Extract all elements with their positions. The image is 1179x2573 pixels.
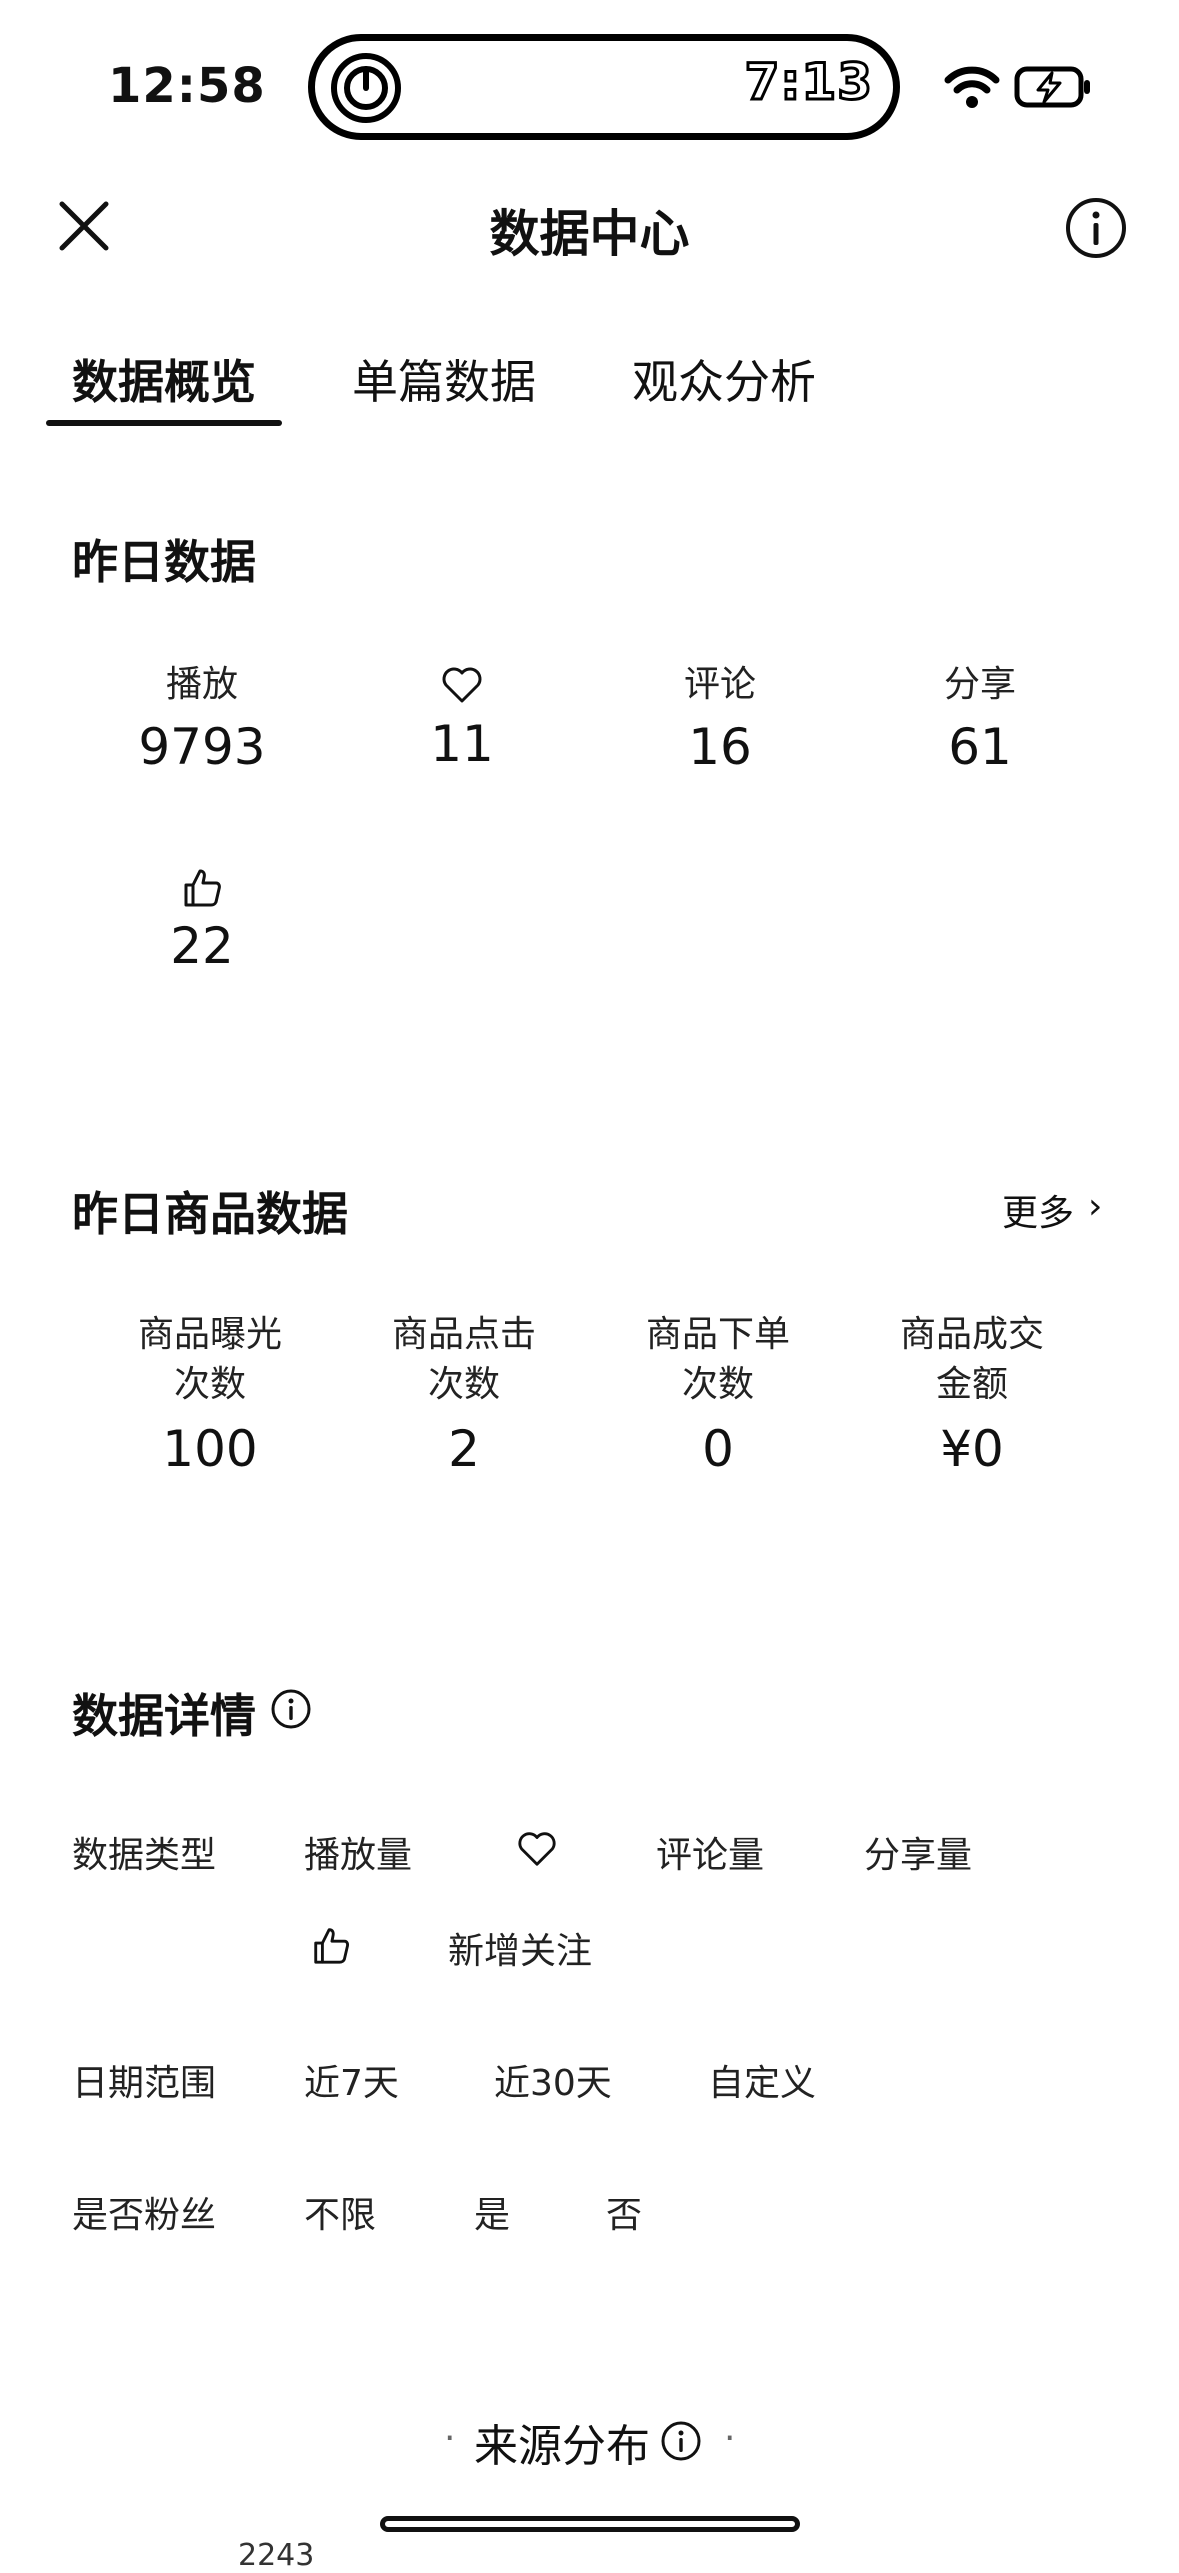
active-tab-indicator [46,420,282,426]
status-time: 12:58 [108,58,266,114]
filter-option-new-follows[interactable]: 新增关注 [448,1922,592,1974]
tab-audience[interactable]: 观众分析 [632,346,816,412]
home-indicator[interactable] [380,2516,800,2532]
tab-overview[interactable]: 数据概览 [72,346,256,412]
filter-option-no[interactable]: 否 [606,2186,642,2238]
section-title-source: 来源分布 [474,2421,650,2472]
island-timer-text: 7:13 [743,52,873,113]
stat-plays: 播放 9793 [92,660,312,776]
more-link[interactable]: 更多 [1002,1184,1074,1236]
wifi-icon [944,66,1000,108]
stat-comments: 评论 16 [610,660,830,776]
filter-option-yes[interactable]: 是 [474,2186,510,2238]
filter-option-plays[interactable]: 播放量 [304,1826,412,1878]
info-icon[interactable] [1064,196,1128,260]
filter-option-7days[interactable]: 近7天 [304,2054,399,2106]
stat-value: 11 [430,715,494,773]
stat-label [92,865,312,909]
stat-likes: 11 [352,660,572,773]
divider-dot: · [444,2418,456,2459]
product-stat-label: 次数 [427,1364,500,1405]
filter-option-any[interactable]: 不限 [304,2186,376,2238]
stat-label: 分享 [943,664,1016,705]
filter-option-shares[interactable]: 分享量 [864,1826,972,1878]
page-title: 数据中心 [489,205,690,263]
product-stat-label: 金额 [935,1364,1008,1405]
product-stat-label: 次数 [681,1364,754,1405]
product-stat-value: 0 [702,1420,734,1478]
dynamic-island[interactable]: 7:13 [308,34,900,140]
product-stat-label: 商品点击 [391,1314,536,1355]
stat-thumbs-up: 22 [92,862,312,975]
section-title-product: 昨日商品数据 [72,1187,348,1241]
thumbs-up-icon [184,869,221,907]
stat-label: 评论 [683,664,756,705]
stat-value: 61 [948,718,1012,776]
stat-label [352,663,572,707]
filter-label-fan: 是否粉丝 [72,2195,217,2236]
section-title-details: 数据详情 [72,1689,256,1743]
divider-dot: · [724,2418,736,2459]
tab-single-post[interactable]: 单篇数据 [352,346,536,412]
filter-label-date: 日期范围 [72,2063,217,2104]
product-stat-label: 商品下单 [645,1314,790,1355]
product-stat-value: ¥0 [940,1420,1004,1478]
battery-charging-icon [1014,66,1090,108]
filter-option-comments[interactable]: 评论量 [656,1826,764,1878]
filter-option-custom[interactable]: 自定义 [708,2054,816,2106]
filter-label-type: 数据类型 [72,1835,217,1876]
product-stat-value: 2 [448,1420,480,1478]
product-stat-orders: 商品下单 次数 0 [598,1310,838,1478]
filter-option-thumbs-up-icon[interactable] [310,1924,352,1966]
product-stat-label: 次数 [173,1364,246,1405]
product-stat-value: 100 [162,1420,258,1478]
stat-shares: 分享 61 [870,660,1090,776]
filter-option-likes-heart-icon[interactable] [516,1828,558,1870]
product-stat-exposure: 商品曝光 次数 100 [90,1310,330,1478]
timer-app-icon [331,53,401,123]
product-stat-clicks: 商品点击 次数 2 [344,1310,584,1478]
chevron-right-icon[interactable]: › [1088,1186,1102,1227]
stat-label: 播放 [165,664,238,705]
section-title-yesterday: 昨日数据 [72,535,256,589]
product-stat-label: 商品成交 [899,1314,1044,1355]
info-icon[interactable] [270,1688,312,1730]
heart-icon [442,667,482,703]
product-stat-gmv: 商品成交 金额 ¥0 [852,1310,1092,1478]
filter-option-30days[interactable]: 近30天 [494,2054,612,2106]
product-stat-label: 商品曝光 [137,1314,282,1355]
stat-value: 22 [170,917,234,975]
stat-value: 9793 [138,718,266,776]
stat-value: 16 [688,718,752,776]
info-icon[interactable] [660,2420,702,2462]
